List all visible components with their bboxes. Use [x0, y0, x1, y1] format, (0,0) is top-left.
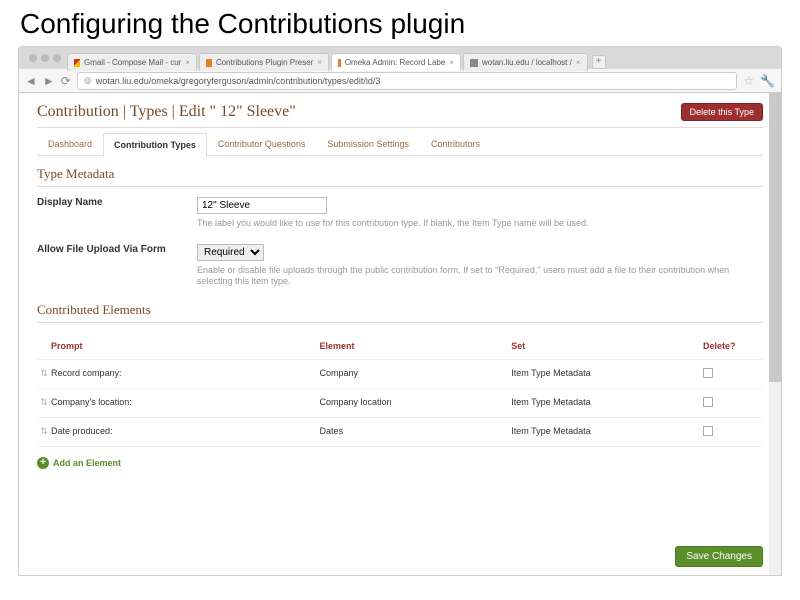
- section-type-metadata: Type Metadata: [37, 166, 763, 187]
- section-contributed-elements: Contributed Elements: [37, 302, 763, 323]
- tab-contribution-types[interactable]: Contribution Types: [103, 133, 207, 157]
- gmail-icon: [74, 59, 80, 67]
- tab-contributors[interactable]: Contributors: [420, 132, 491, 156]
- address-bar: ◄ ► ⟳ ◍ wotan.liu.edu/omeka/gregoryfergu…: [19, 69, 781, 93]
- globe-icon: ◍: [84, 75, 92, 86]
- file-upload-select[interactable]: Required: [197, 244, 264, 261]
- browser-tab[interactable]: Omeka Admin: Record Labe ×: [331, 53, 461, 71]
- col-prompt: Prompt: [51, 341, 319, 351]
- scrollbar-thumb[interactable]: [769, 93, 781, 382]
- tab-contributor-questions[interactable]: Contributor Questions: [207, 132, 317, 156]
- browser-window: Gmail - Compose Mail - cur × Contributio…: [18, 46, 782, 576]
- delete-checkbox[interactable]: [703, 397, 713, 407]
- scrollbar[interactable]: [769, 93, 781, 575]
- omeka-icon: [206, 59, 212, 67]
- tab-label: Gmail - Compose Mail - cur: [84, 58, 181, 67]
- row-element: Company location: [319, 397, 511, 409]
- add-element-label: Add an Element: [53, 458, 121, 468]
- row-set: Item Type Metadata: [511, 426, 703, 438]
- close-icon[interactable]: ×: [317, 58, 322, 67]
- close-icon[interactable]: ×: [449, 58, 454, 67]
- drag-handle-icon[interactable]: ⇅: [37, 368, 51, 380]
- save-changes-button[interactable]: Save Changes: [675, 546, 763, 567]
- row-prompt: Record company:: [51, 368, 319, 380]
- slide-title: Configuring the Contributions plugin: [0, 0, 800, 46]
- row-set: Item Type Metadata: [511, 397, 703, 409]
- display-name-label: Display Name: [37, 197, 197, 230]
- reload-icon[interactable]: ⟳: [61, 74, 71, 88]
- row-set: Item Type Metadata: [511, 368, 703, 380]
- new-tab-button[interactable]: +: [592, 55, 606, 69]
- minimize-dot[interactable]: [41, 54, 49, 62]
- element-row: ⇅ Company's location: Company location I…: [37, 389, 763, 418]
- tab-label: Omeka Admin: Record Labe: [345, 58, 446, 67]
- delete-checkbox[interactable]: [703, 426, 713, 436]
- page-content: Contribution | Types | Edit " 12" Sleeve…: [19, 93, 781, 575]
- col-delete: Delete?: [703, 341, 763, 351]
- delete-checkbox[interactable]: [703, 368, 713, 378]
- bookmark-icon[interactable]: ☆: [743, 74, 754, 88]
- site-icon: [470, 59, 478, 67]
- plus-icon: +: [37, 457, 49, 469]
- wrench-icon[interactable]: 🔧: [760, 74, 775, 88]
- col-set: Set: [511, 341, 703, 351]
- url-field[interactable]: ◍ wotan.liu.edu/omeka/gregoryferguson/ad…: [77, 72, 737, 90]
- file-upload-help: Enable or disable file uploads through t…: [197, 265, 763, 288]
- forward-icon[interactable]: ►: [43, 74, 55, 88]
- page-title: Contribution | Types | Edit " 12" Sleeve…: [37, 103, 296, 121]
- elements-header-row: Prompt Element Set Delete?: [37, 333, 763, 360]
- omeka-icon: [338, 59, 341, 67]
- zoom-dot[interactable]: [53, 54, 61, 62]
- display-name-help: The label you would like to use for this…: [197, 218, 763, 230]
- tab-dashboard[interactable]: Dashboard: [37, 132, 103, 156]
- back-icon[interactable]: ◄: [25, 74, 37, 88]
- close-dot[interactable]: [29, 54, 37, 62]
- element-row: ⇅ Date produced: Dates Item Type Metadat…: [37, 418, 763, 447]
- file-upload-label: Allow File Upload Via Form: [37, 244, 197, 288]
- tab-label: Contributions Plugin Preser: [216, 58, 313, 67]
- display-name-input[interactable]: [197, 197, 327, 214]
- browser-tab[interactable]: Gmail - Compose Mail - cur ×: [67, 53, 197, 71]
- tab-submission-settings[interactable]: Submission Settings: [316, 132, 420, 156]
- window-controls[interactable]: [23, 54, 67, 62]
- browser-tabstrip: Gmail - Compose Mail - cur × Contributio…: [19, 47, 781, 69]
- browser-tab[interactable]: wotan.liu.edu / localhost / ×: [463, 53, 588, 71]
- close-icon[interactable]: ×: [185, 58, 190, 67]
- drag-handle-icon[interactable]: ⇅: [37, 426, 51, 438]
- row-prompt: Company's location:: [51, 397, 319, 409]
- tab-label: wotan.liu.edu / localhost /: [482, 58, 572, 67]
- row-element: Company: [319, 368, 511, 380]
- drag-handle-icon[interactable]: ⇅: [37, 397, 51, 409]
- add-element-button[interactable]: + Add an Element: [37, 457, 763, 469]
- element-row: ⇅ Record company: Company Item Type Meta…: [37, 360, 763, 389]
- close-icon[interactable]: ×: [576, 58, 581, 67]
- col-element: Element: [319, 341, 511, 351]
- admin-tabs: Dashboard Contribution Types Contributor…: [37, 132, 763, 156]
- row-prompt: Date produced:: [51, 426, 319, 438]
- delete-type-button[interactable]: Delete this Type: [681, 103, 763, 121]
- row-element: Dates: [319, 426, 511, 438]
- url-text: wotan.liu.edu/omeka/gregoryferguson/admi…: [96, 76, 381, 86]
- browser-tab[interactable]: Contributions Plugin Preser ×: [199, 53, 329, 71]
